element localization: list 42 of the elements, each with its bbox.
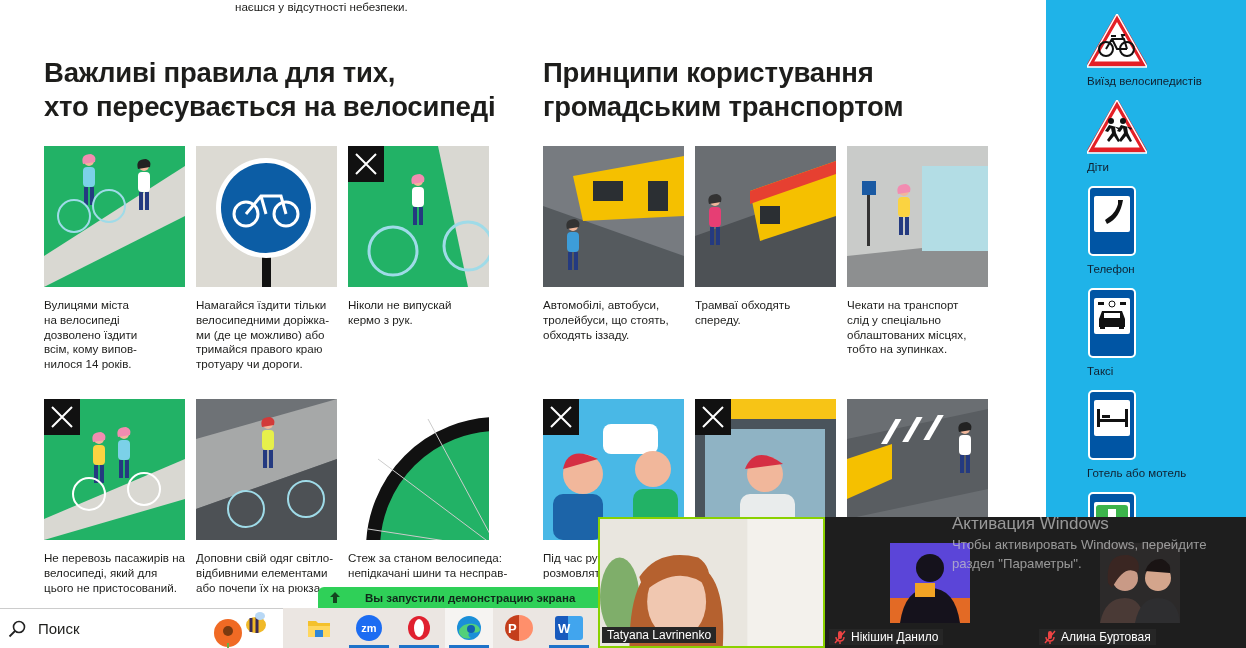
participant-name: Нікішин Данило [851, 630, 939, 644]
activation-title: Активация Windows [952, 513, 1110, 535]
app-icon: zm [356, 615, 382, 641]
rule-caption: Вулицями міста на велосипеді дозволено їздити всім, кому випов- нилося 14 років. [44, 298, 138, 372]
taskbar-button[interactable]: zm [345, 608, 393, 648]
rule-caption: Доповни свій одяг світло- відбивними елементами або почепи їх на рюкза [196, 551, 334, 596]
participant-name: Tatyana Lavrinenko [607, 628, 712, 642]
taxi-sign-icon [1088, 288, 1136, 358]
rule-caption: Ніколи не випускай кермо з рук. [348, 298, 452, 328]
rule-caption: Трамваї обходять спереду. [695, 298, 791, 328]
sign-label: Готель або мотель [1087, 466, 1187, 480]
intro-text: наєшся у відсутності небезпеки. [235, 0, 409, 14]
bicycle-warning-sign-icon [1087, 14, 1147, 68]
ring-app-icon [407, 615, 431, 641]
section-heading: Важливі правила для тих, хто пересувається на велосипеді [44, 56, 496, 124]
rule-caption: Стеж за станом велосипеда: непідкачані шини та несправ- [348, 551, 508, 581]
rule-caption: Автомобілі, автобуси, тролейбуси, що стоять, обходять іззаду. [543, 298, 669, 343]
rule-caption: Чекати на транспорт слід у спеціально облаштованих місцях, тобто на зупинках. [847, 298, 967, 358]
folder-icon [307, 618, 331, 638]
taskbar-button[interactable]: P [495, 608, 543, 648]
telephone-sign-icon [1088, 186, 1136, 256]
sign-label: Телефон [1087, 262, 1135, 276]
sign-label: Таксі [1087, 364, 1114, 378]
participant-name: Алина Буртовая [1061, 630, 1151, 644]
arrow-icon [330, 592, 340, 603]
cross-sign-icon [1088, 492, 1136, 517]
sign-label: Діти [1087, 160, 1110, 174]
rule-caption: Намагайся їздити тільки велосипедними доріжка- ми (де це можливо) або тримайся правого краю тротуару чи дороги. [196, 298, 330, 372]
search-field[interactable]: Поиск [0, 608, 283, 648]
banner-text: Вы запустили демонстрацию экрана [365, 591, 576, 604]
slides-app-icon: P [505, 615, 533, 641]
search-icon [8, 619, 26, 638]
wave-app-icon [456, 615, 482, 641]
document-app-icon: W [555, 616, 583, 640]
taskbar-button[interactable] [445, 608, 493, 648]
section-heading: Принципи користування громадським транспортом [543, 56, 904, 124]
sign-label: Виїзд велосипедистів [1087, 74, 1202, 88]
rule-caption: Не перевозь пасажирів на велосипеді, який для цього не пристосований. [44, 551, 186, 596]
bed-sign-icon [1088, 390, 1136, 460]
taskbar-button[interactable]: W [545, 608, 593, 648]
children-warning-sign-icon [1087, 100, 1147, 154]
rule-caption: Під час ру розмовлят [543, 551, 600, 581]
